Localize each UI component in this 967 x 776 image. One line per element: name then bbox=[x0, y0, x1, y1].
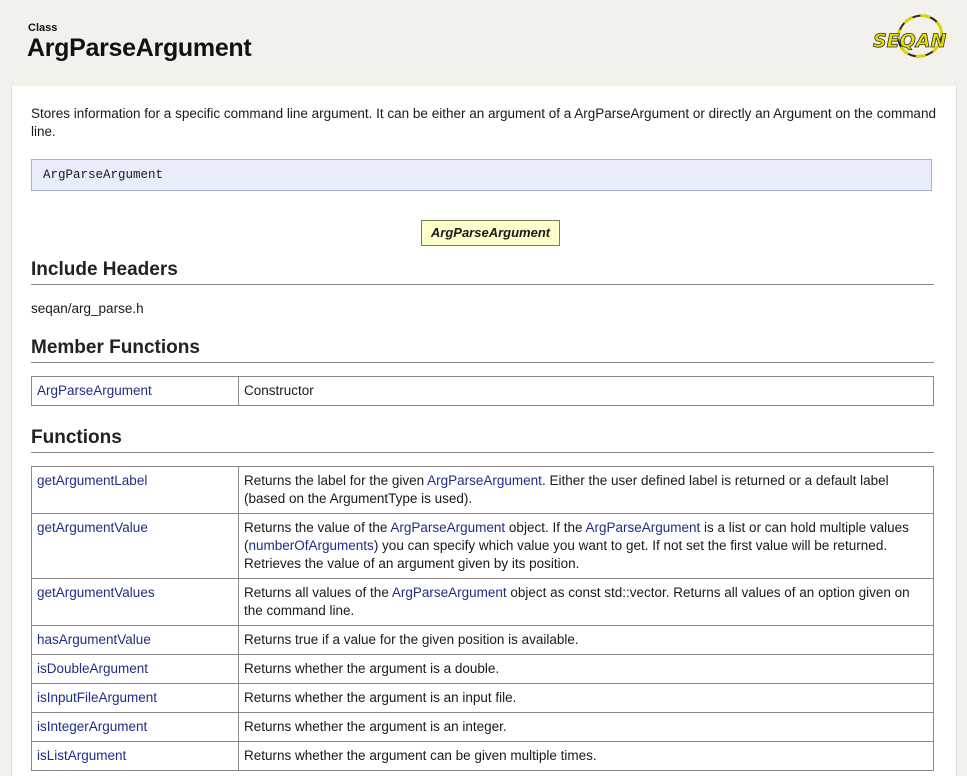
class-description: Stores information for a specific comman… bbox=[31, 106, 936, 139]
table-row: getArgumentLabel Returns the label for t… bbox=[31, 466, 934, 514]
signature-code: ArgParseArgument bbox=[43, 168, 164, 182]
name-cell: isDoubleArgument bbox=[31, 654, 239, 684]
table-row: getArgumentValue Returns the value of th… bbox=[31, 513, 934, 579]
table-row: hasArgumentValue Returns true if a value… bbox=[31, 625, 934, 655]
description-cell: Returns the label for the given ArgParse… bbox=[238, 466, 934, 514]
class-link[interactable]: ArgParseArgument bbox=[390, 520, 505, 535]
description-text: Returns the label for the given bbox=[244, 473, 428, 488]
description-cell: Returns the value of the ArgParseArgumen… bbox=[238, 513, 934, 579]
description-text: Returns all values of the bbox=[244, 585, 392, 600]
class-link[interactable]: ArgParseArgument bbox=[427, 473, 542, 488]
table-row: getArgumentValues Returns all values of … bbox=[31, 578, 934, 626]
function-link-getArgumentValue[interactable]: getArgumentValue bbox=[37, 520, 148, 535]
name-cell: isListArgument bbox=[31, 741, 239, 771]
member-functions-table: ArgParseArgument Constructor bbox=[31, 376, 934, 406]
description-cell: Returns whether the argument is an integ… bbox=[238, 712, 934, 742]
functions-heading: Functions bbox=[31, 427, 934, 453]
seqan-logo-icon: SEQAN bbox=[873, 14, 947, 58]
function-link-isIntegerArgument[interactable]: isIntegerArgument bbox=[37, 719, 147, 734]
page-title: ArgParseArgument bbox=[27, 34, 252, 62]
member-function-link[interactable]: ArgParseArgument bbox=[37, 383, 152, 398]
class-link[interactable]: ArgParseArgument bbox=[392, 585, 507, 600]
signature-box: ArgParseArgument bbox=[31, 159, 932, 191]
description-cell: Returns all values of the ArgParseArgume… bbox=[238, 578, 934, 626]
name-cell: getArgumentLabel bbox=[31, 466, 239, 514]
function-link-numberOfArguments[interactable]: numberOfArguments bbox=[249, 538, 374, 553]
include-headers-heading: Include Headers bbox=[31, 259, 934, 285]
member-functions-heading: Member Functions bbox=[31, 337, 934, 363]
description-cell: Returns whether the argument is a double… bbox=[238, 654, 934, 684]
description-text: object. If the bbox=[505, 520, 586, 535]
function-link-getArgumentLabel[interactable]: getArgumentLabel bbox=[37, 473, 147, 488]
name-cell: getArgumentValues bbox=[31, 578, 239, 626]
seqan-logo-icon[interactable]: SEQAN bbox=[870, 10, 952, 64]
name-cell: hasArgumentValue bbox=[31, 625, 239, 655]
description-text: Returns the value of the bbox=[244, 520, 391, 535]
table-row: isListArgument Returns whether the argum… bbox=[31, 741, 934, 771]
function-link-isListArgument[interactable]: isListArgument bbox=[37, 748, 126, 763]
content-panel: Stores information for a specific comman… bbox=[11, 86, 957, 776]
class-link[interactable]: ArgParseArgument bbox=[585, 520, 700, 535]
table-row: isDoubleArgument Returns whether the arg… bbox=[31, 654, 934, 684]
table-row: ArgParseArgument Constructor bbox=[31, 376, 934, 406]
class-kind-label: Class bbox=[28, 22, 58, 34]
include-header-path: seqan/arg_parse.h bbox=[31, 301, 144, 316]
class-diagram-node[interactable]: ArgParseArgument bbox=[421, 220, 560, 246]
description-cell: Constructor bbox=[238, 376, 934, 406]
name-cell: ArgParseArgument bbox=[31, 376, 239, 406]
functions-table: getArgumentLabel Returns the label for t… bbox=[31, 466, 934, 771]
name-cell: isIntegerArgument bbox=[31, 712, 239, 742]
page-header: Class ArgParseArgument SEQAN bbox=[0, 0, 967, 86]
description-cell: Returns whether the argument can be give… bbox=[238, 741, 934, 771]
name-cell: isInputFileArgument bbox=[31, 683, 239, 713]
function-link-getArgumentValues[interactable]: getArgumentValues bbox=[37, 585, 155, 600]
logo-text: SEQAN bbox=[873, 30, 947, 52]
function-link-isDoubleArgument[interactable]: isDoubleArgument bbox=[37, 661, 148, 676]
table-row: isIntegerArgument Returns whether the ar… bbox=[31, 712, 934, 742]
description-cell: Returns whether the argument is an input… bbox=[238, 683, 934, 713]
table-row: isInputFileArgument Returns whether the … bbox=[31, 683, 934, 713]
function-link-isInputFileArgument[interactable]: isInputFileArgument bbox=[37, 690, 157, 705]
description-cell: Returns true if a value for the given po… bbox=[238, 625, 934, 655]
name-cell: getArgumentValue bbox=[31, 513, 239, 579]
function-link-hasArgumentValue[interactable]: hasArgumentValue bbox=[37, 632, 151, 647]
